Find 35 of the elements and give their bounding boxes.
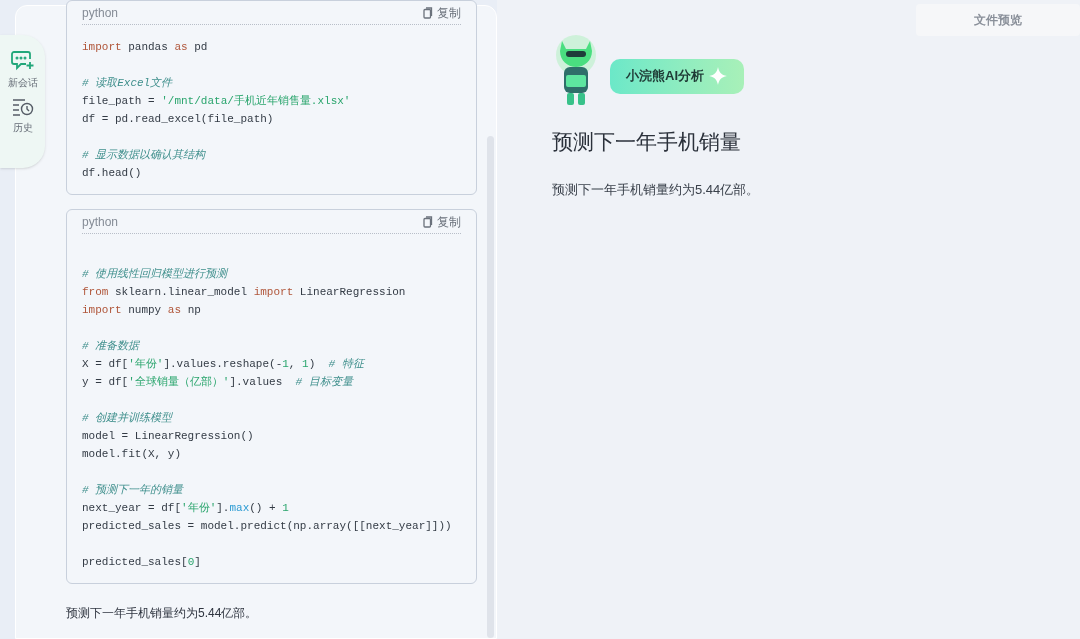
code-line: import pandas as pd (82, 40, 209, 55)
side-nav-item[interactable]: 新会话 (7, 49, 38, 90)
code-line: X = df['年份'].values.reshape(-1, 1) # 特征 (82, 357, 366, 372)
preview-title: 预测下一年手机销量 (552, 129, 742, 155)
code-language: python (82, 4, 119, 22)
code-line: df.head() (82, 166, 143, 181)
history-list-icon (11, 98, 34, 116)
copy-icon (423, 215, 433, 228)
preview-answer: 预测下一年手机销量约为5.44亿部。 (552, 180, 761, 199)
copy-button[interactable]: 复制 (423, 212, 461, 231)
ai-badge: 小浣熊AI分析 (610, 58, 744, 94)
code-line: from sklearn.linear_model import LinearRegression (82, 285, 407, 300)
code-line: # 读取Excel文件 (82, 76, 174, 91)
code-line: predicted_sales[0] (82, 555, 202, 570)
code-line: file_path = '/mnt/data/手机近年销售量.xlsx' (82, 93, 352, 109)
code-line: df = pd.read_excel(file_path) (82, 112, 275, 127)
answer-text: 预测下一年手机销量约为5.44亿部。 (66, 605, 259, 622)
copy-button[interactable]: 复制 (423, 3, 461, 22)
code-line: # 显示数据以确认其结构 (82, 148, 207, 163)
code-language: python (82, 213, 119, 231)
code-line: # 预测下一年的销量 (82, 483, 185, 498)
code-line: import numpy as np (82, 303, 202, 318)
code-line: # 创建并训练模型 (82, 411, 174, 426)
chat-plus-icon (10, 49, 35, 71)
side-nav-item[interactable]: 历史 (11, 98, 34, 135)
code-line: # 使用线性回归模型进行预测 (82, 267, 230, 282)
code-line: predicted_sales = model.predict(np.array([[next_year]])) (82, 519, 453, 534)
code-line: model.fit(X, y) (82, 447, 183, 462)
sparkle-icon (708, 66, 728, 86)
copy-icon (423, 6, 433, 19)
file-preview-button[interactable]: 文件预览 (916, 4, 1080, 36)
code-line: y = df['全球销量（亿部）'].values # 目标变量 (82, 375, 355, 390)
code-line: # 准备数据 (82, 339, 141, 354)
code-line: next_year = df['年份'].max() + 1 (82, 501, 290, 516)
code-line: model = LinearRegression() (82, 429, 255, 444)
